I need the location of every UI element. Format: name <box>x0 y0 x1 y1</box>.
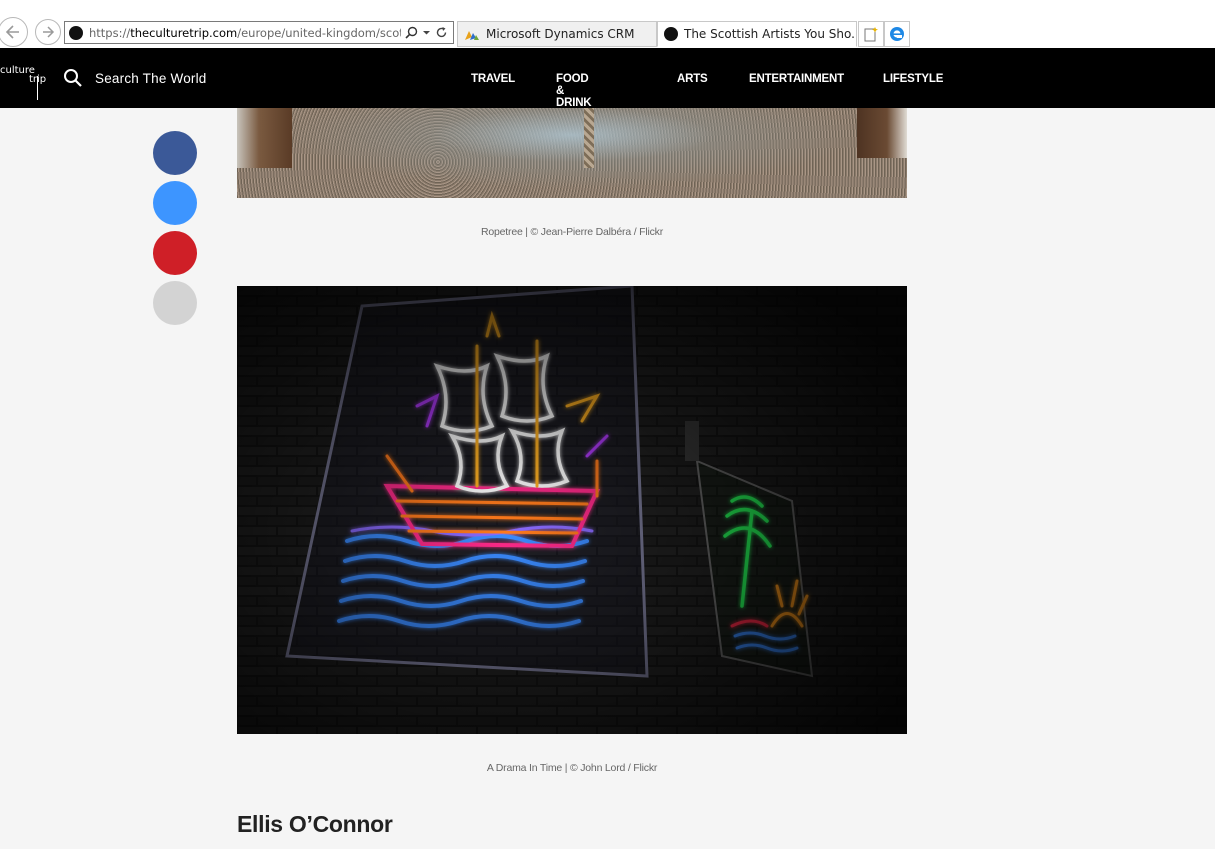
logo-bar <box>37 76 38 100</box>
url-text[interactable]: https://theculturetrip.com/europe/united… <box>89 26 401 40</box>
pinterest-share-button[interactable] <box>153 231 197 275</box>
tab-dynamics-crm[interactable]: Microsoft Dynamics CRM <box>457 21 657 47</box>
drama-in-time-image <box>237 286 907 734</box>
culture-trip-favicon-icon <box>664 27 678 41</box>
image-caption: Ropetree | © Jean-Pierre Dalbéra / Flick… <box>481 226 663 238</box>
site-header: culture trip Search The World TRAVEL FOO… <box>0 48 1215 109</box>
tab-title: The Scottish Artists You Sho... <box>684 27 857 41</box>
arrow-right-icon <box>43 26 55 38</box>
nav-entertainment[interactable]: ENTERTAINMENT <box>749 73 844 85</box>
browser-chrome: https://theculturetrip.com/europe/united… <box>0 0 1215 48</box>
dropdown-icon[interactable] <box>422 28 431 37</box>
edge-button[interactable] <box>884 21 910 47</box>
search-icon <box>64 69 82 87</box>
nav-arts[interactable]: ARTS <box>677 73 708 85</box>
nav-travel[interactable]: TRAVEL <box>471 73 515 85</box>
new-tab-icon <box>864 27 878 42</box>
address-bar[interactable]: https://theculturetrip.com/europe/united… <box>64 21 454 44</box>
culture-trip-logo[interactable]: culture trip <box>0 66 46 100</box>
site-favicon-icon <box>69 25 83 40</box>
section-heading: Ellis O’Connor <box>237 811 393 837</box>
search-label: Search The World <box>95 70 207 86</box>
arrow-left-icon <box>5 25 19 39</box>
edge-icon <box>890 27 904 41</box>
search-box[interactable]: Search The World <box>63 68 207 88</box>
dynamics-crm-icon <box>465 31 479 40</box>
nav-food-drink[interactable]: FOOD & DRINK <box>556 73 592 109</box>
tab-title: Microsoft Dynamics CRM <box>486 27 635 41</box>
forward-button[interactable] <box>35 19 61 45</box>
more-share-button[interactable] <box>153 281 197 325</box>
new-tab-button[interactable] <box>858 21 884 47</box>
back-button[interactable] <box>0 17 28 47</box>
tab-scottish-artists[interactable]: The Scottish Artists You Sho... ✕ <box>657 21 857 47</box>
twitter-share-button[interactable] <box>153 181 197 225</box>
logo-word-trip: trip <box>0 75 46 85</box>
refresh-icon[interactable] <box>435 26 448 39</box>
nav-lifestyle[interactable]: LIFESTYLE <box>883 73 943 85</box>
image-caption: A Drama In Time | © John Lord / Flickr <box>486 762 658 774</box>
ropetree-image <box>237 108 907 198</box>
search-icon[interactable] <box>405 26 418 39</box>
facebook-share-button[interactable] <box>153 131 197 175</box>
